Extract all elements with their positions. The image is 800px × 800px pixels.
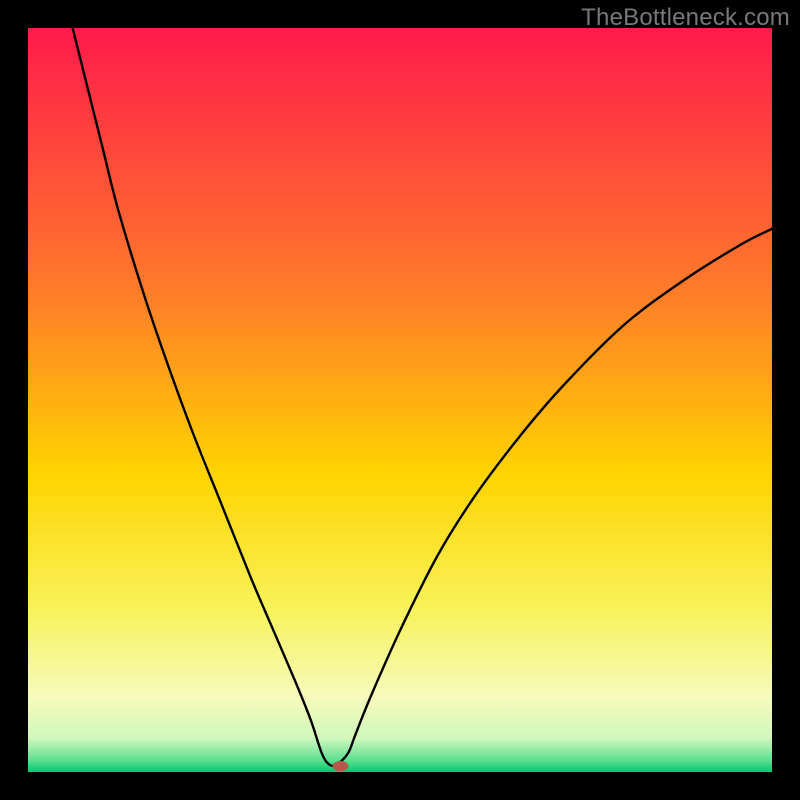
chart-svg — [28, 28, 772, 772]
optimal-marker — [332, 761, 348, 771]
watermark-text: TheBottleneck.com — [581, 4, 790, 32]
gradient-bg — [28, 28, 772, 772]
plot-area — [28, 28, 772, 772]
chart-frame: TheBottleneck.com — [0, 0, 800, 800]
